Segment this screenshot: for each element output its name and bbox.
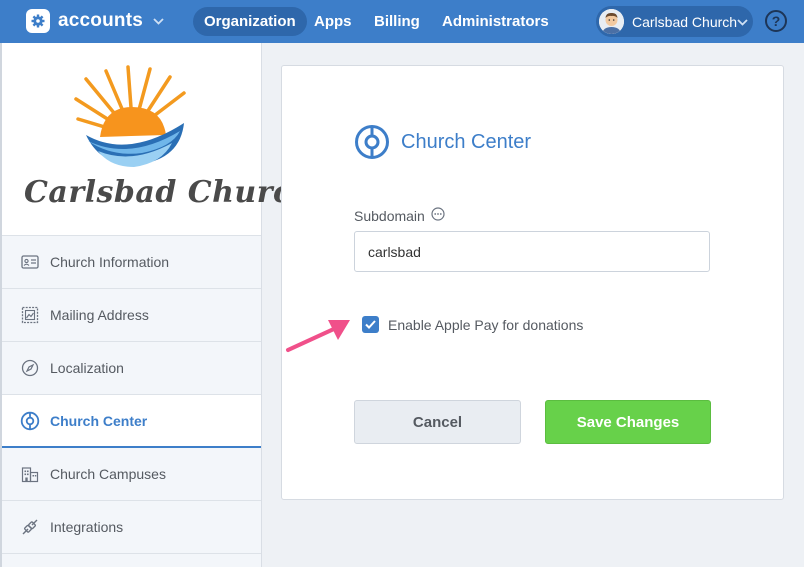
sidebar-item-label: Integrations: [50, 519, 124, 535]
cancel-button[interactable]: Cancel: [354, 400, 521, 444]
nav-apps[interactable]: Apps: [303, 7, 363, 36]
page-title: Church Center: [354, 124, 531, 160]
chevron-down-icon: [737, 13, 748, 31]
plug-icon: [20, 517, 40, 537]
church-logo: Carlsbad Church: [2, 43, 314, 236]
nav-billing[interactable]: Billing: [363, 7, 431, 36]
user-menu[interactable]: Carlsbad Church: [596, 6, 753, 37]
sidebar-item-label: Church Center: [50, 412, 148, 429]
church-center-settings-card: Church Center Subdomain Enable Apple Pay…: [281, 65, 784, 500]
nav-administrators[interactable]: Administrators: [431, 7, 560, 36]
sidebar-item-label: Church Information: [50, 254, 170, 270]
sidebar-item-label: Church Campuses: [50, 466, 166, 482]
sidebar-item-mailing-address[interactable]: Mailing Address: [2, 289, 261, 342]
nav-organization[interactable]: Organization: [193, 7, 307, 36]
sun-wave-logo-icon: [74, 65, 186, 167]
church-logo-text: Carlsbad Church: [24, 175, 315, 210]
church-center-icon: [355, 125, 389, 159]
compass-icon: [20, 358, 40, 378]
settings-sidebar: Carlsbad Church Church Information Maili…: [0, 43, 314, 567]
help-icon[interactable]: ?: [765, 10, 787, 32]
sidebar-item-church-center[interactable]: Church Center: [2, 395, 261, 448]
subdomain-input[interactable]: [354, 231, 710, 272]
stamp-icon: [20, 305, 40, 325]
subdomain-label-text: Subdomain: [354, 207, 425, 224]
apple-pay-checkbox[interactable]: [362, 316, 379, 333]
sidebar-item-localization[interactable]: Localization: [2, 342, 261, 395]
more-info-icon[interactable]: [431, 207, 445, 224]
user-name: Carlsbad Church: [632, 13, 738, 30]
avatar: [599, 9, 624, 34]
sidebar-item-church-information[interactable]: Church Information: [2, 236, 261, 289]
save-changes-button[interactable]: Save Changes: [545, 400, 711, 444]
sidebar-item-church-campuses[interactable]: Church Campuses: [2, 448, 261, 501]
sidebar-item-label: Mailing Address: [50, 307, 149, 323]
sidebar-item-integrations[interactable]: Integrations: [2, 501, 261, 554]
apple-pay-label: Enable Apple Pay for donations: [388, 316, 584, 333]
page-title-text: Church Center: [401, 130, 532, 153]
buildings-icon: [20, 464, 40, 484]
gear-icon: [26, 9, 50, 33]
subdomain-label: Subdomain: [354, 207, 445, 224]
app-name: accounts: [58, 10, 144, 31]
sidebar-item-label: Localization: [50, 360, 124, 376]
chevron-down-icon: [153, 12, 164, 30]
id-card-icon: [20, 252, 40, 272]
apple-pay-option[interactable]: Enable Apple Pay for donations: [362, 316, 583, 333]
accounts-app-switcher[interactable]: accounts: [26, 9, 164, 33]
church-center-icon: [20, 411, 40, 431]
top-navigation-bar: accounts Organization Apps Billing Admin…: [0, 0, 804, 43]
annotation-arrow-icon: [286, 320, 350, 352]
